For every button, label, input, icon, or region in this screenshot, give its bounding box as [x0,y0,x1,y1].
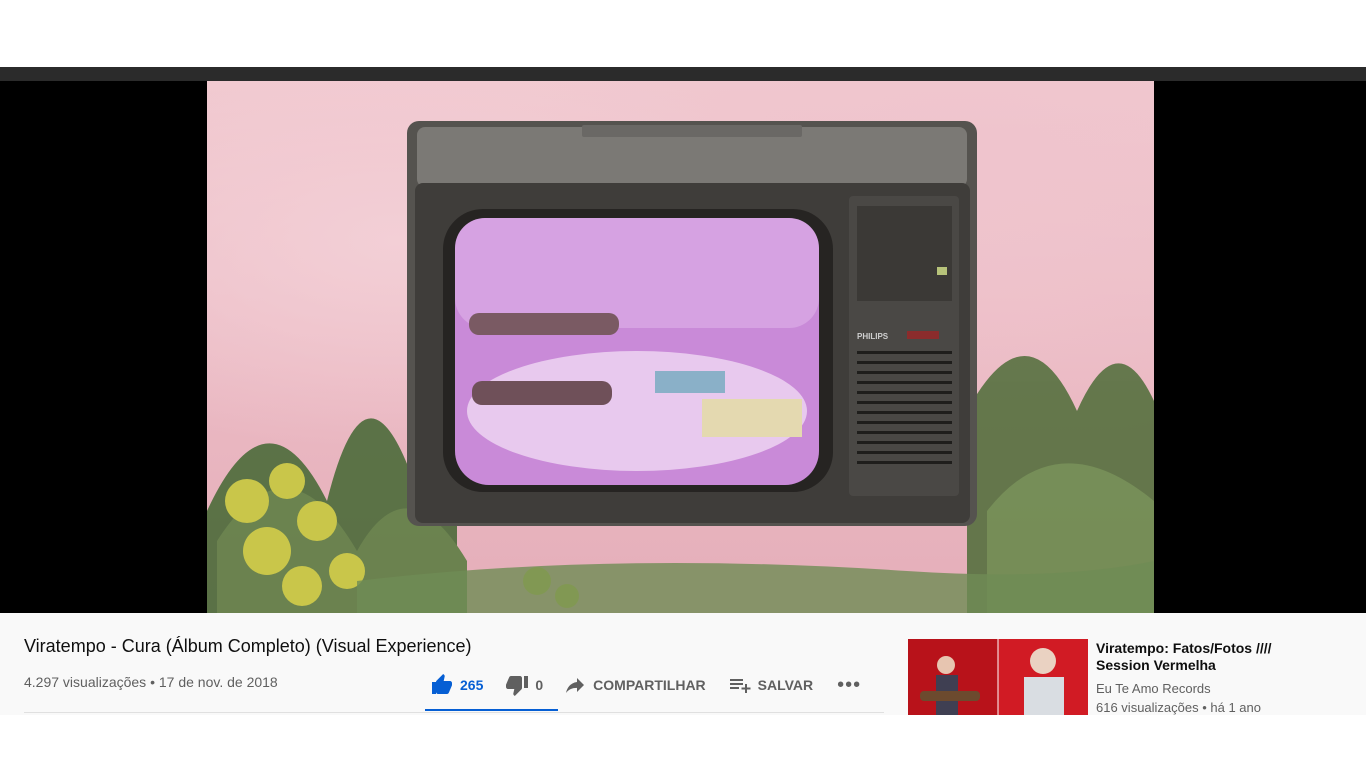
view-count: 4.297 visualizações [24,674,147,690]
share-arrow-icon [566,678,585,693]
share-label: COMPARTILHAR [593,677,706,693]
video-meta: 4.297 visualizações • 17 de nov. de 2018 [24,674,278,690]
playlist-add-icon [729,679,751,693]
player-top-strip [0,67,1366,81]
recommended-video-thumbnail[interactable] [908,639,1088,715]
tv-brand: PHILIPS [857,332,889,341]
video-title: Viratempo - Cura (Álbum Completo) (Visua… [24,636,472,656]
dislike-button[interactable]: 0 [505,673,543,697]
tv: PHILIPS [407,121,977,526]
recommended-video-meta: 616 visualizações • há 1 ano [1096,700,1261,715]
top-margin [0,0,1366,67]
thumbs-down-icon [506,676,529,696]
meta-separator: • [150,674,155,690]
info-divider [24,712,884,713]
video-scene: PHILIPS [207,121,1154,613]
dislike-count: 0 [535,677,544,693]
share-button[interactable]: COMPARTILHAR [563,673,706,697]
recommended-video-channel[interactable]: Eu Te Amo Records [1096,681,1211,696]
save-label: SALVAR [757,677,814,693]
action-bar: 265 0 COMPARTILHAR SALVAR ••• [430,670,861,700]
like-button[interactable]: 265 [430,673,483,697]
thumbs-up-icon [432,674,452,694]
like-ratio-bar [425,709,558,711]
more-actions-icon[interactable]: ••• [837,675,861,695]
page: PHILIPS Viratempo - Cura (Álbum Completo… [0,0,1366,768]
like-count: 265 [460,677,484,693]
upload-date: 17 de nov. de 2018 [158,674,278,690]
recommended-video-title[interactable]: Viratempo: Fatos/Fotos //// Session Verm… [1096,640,1296,674]
video-player[interactable]: PHILIPS [0,81,1366,613]
save-button[interactable]: SALVAR [728,673,813,697]
thumbnail-image [908,639,1088,715]
bottom-margin [0,715,1366,768]
video-frame[interactable]: PHILIPS [207,81,1154,613]
